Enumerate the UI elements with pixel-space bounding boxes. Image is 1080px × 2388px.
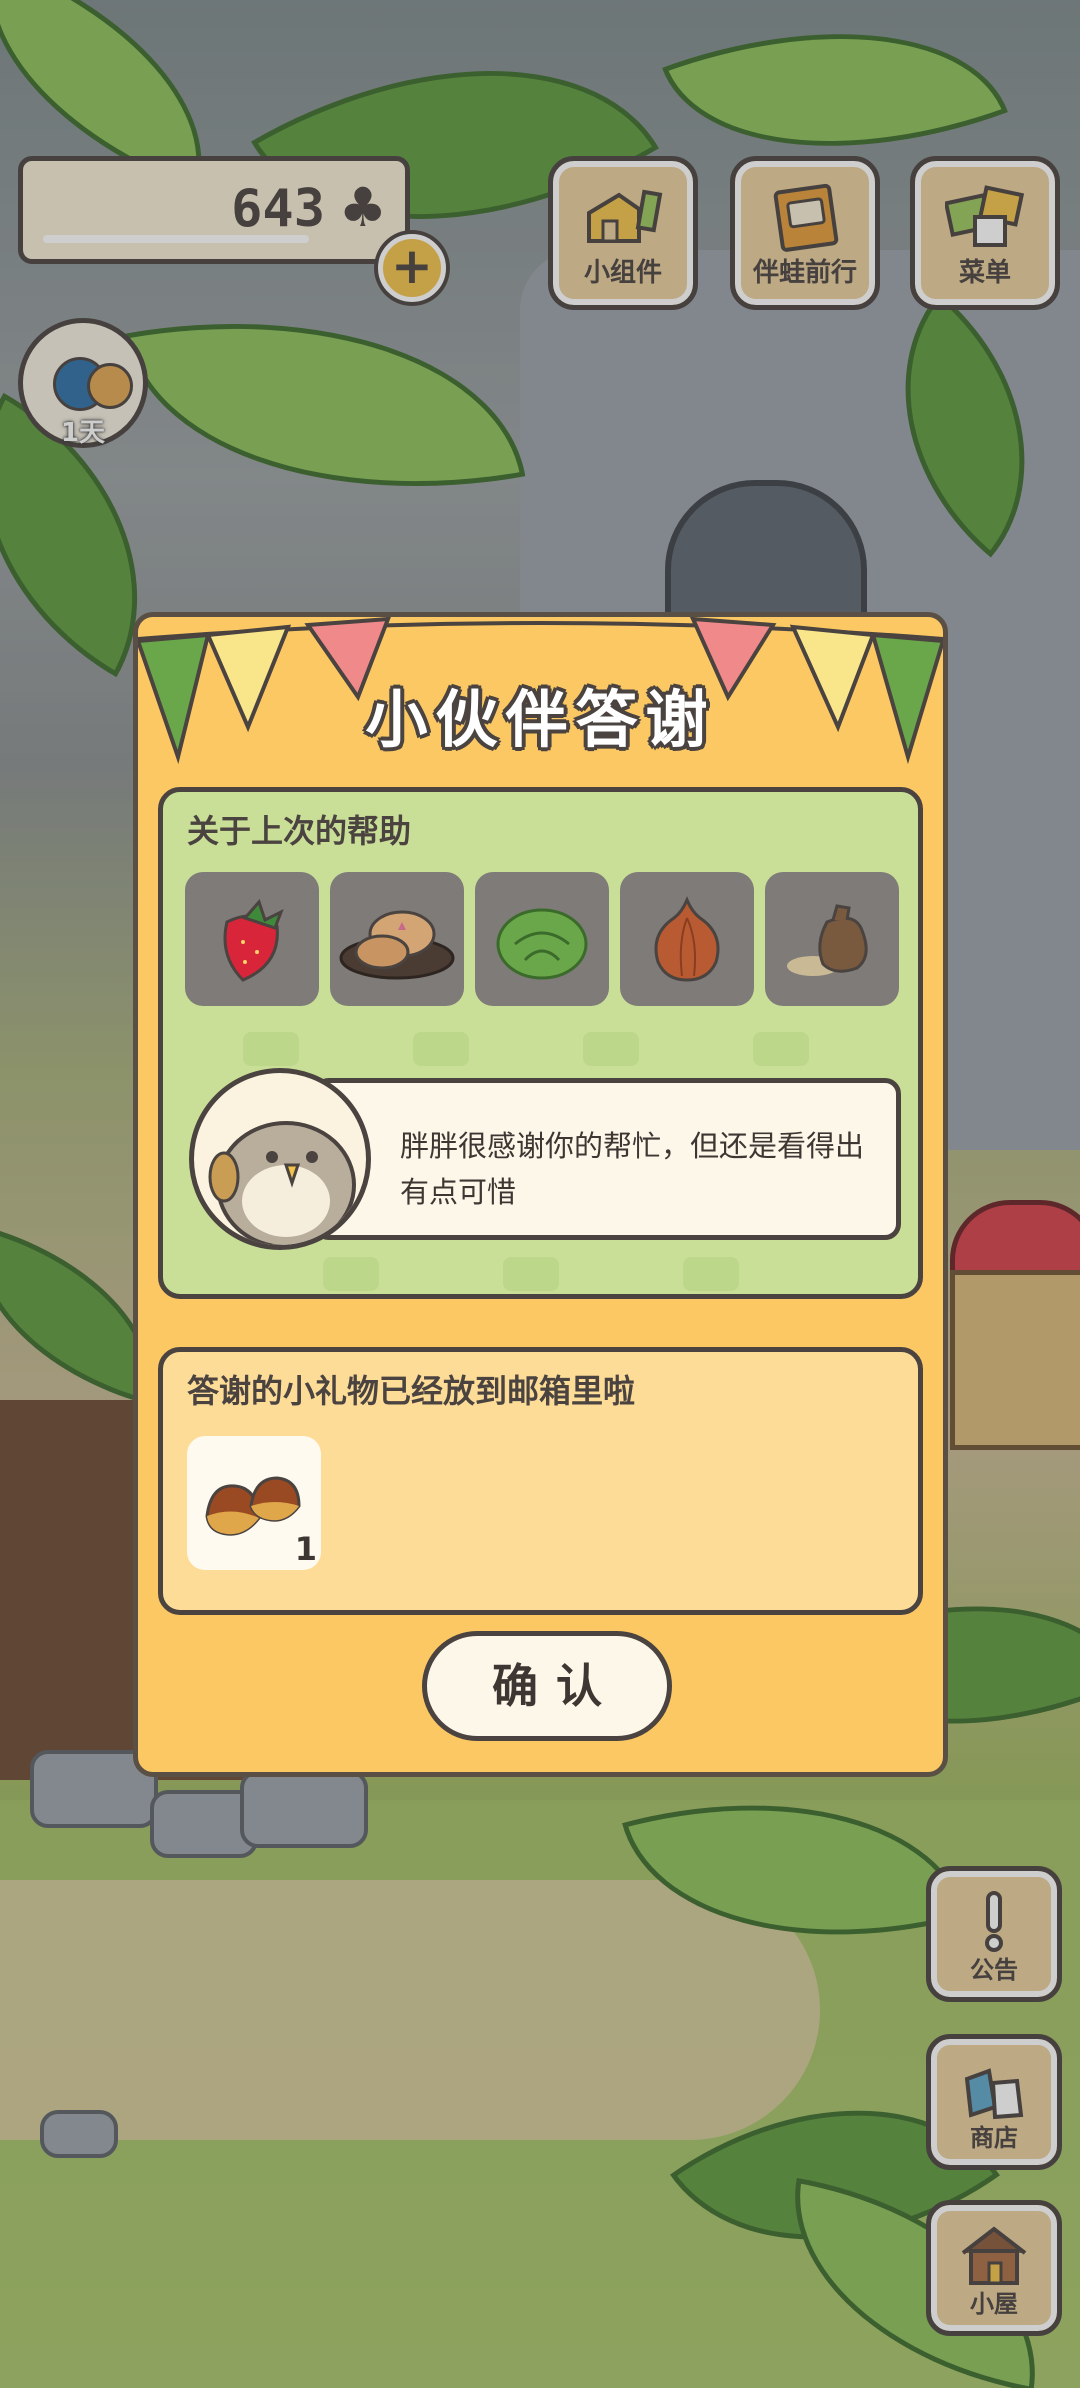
gift-item-chestnut[interactable]: 1 xyxy=(187,1436,321,1570)
pattern-hex xyxy=(583,1032,639,1066)
help-item-seed-bag xyxy=(765,872,899,1006)
dialog-title: 小伙伴答谢 xyxy=(365,683,716,756)
pattern-hex xyxy=(503,1257,559,1291)
strawberry-icon xyxy=(223,899,284,982)
pattern-hex xyxy=(413,1032,469,1066)
pattern-hex xyxy=(753,1032,809,1066)
help-items-row xyxy=(185,872,899,1006)
pattern-hex xyxy=(683,1257,739,1291)
owl-message-text: 胖胖很感谢你的帮忙，但还是看得出有点可惜 xyxy=(400,1129,865,1209)
confirm-button[interactable]: 确认 xyxy=(422,1631,672,1741)
help-item-cabbage xyxy=(475,872,609,1006)
pattern-hex xyxy=(323,1257,379,1291)
mooncake-icon xyxy=(339,910,455,980)
owl-icon xyxy=(208,1121,356,1245)
help-item-mooncake xyxy=(330,872,464,1006)
help-item-onion xyxy=(620,872,754,1006)
gift-panel: 答谢的小礼物已经放到邮箱里啦 1 xyxy=(158,1347,923,1615)
onion-icon xyxy=(654,896,720,982)
thank-you-dialog: 小伙伴答谢 关于上次的帮助 胖胖很感谢你的帮忙，但还是看得出有点可惜 答谢的小礼… xyxy=(133,612,948,1777)
owl-message-bubble: 胖胖很感谢你的帮忙，但还是看得出有点可惜 xyxy=(313,1078,901,1240)
owl-friend-avatar xyxy=(189,1068,371,1250)
seed-bag-icon xyxy=(787,904,868,976)
cabbage-icon xyxy=(496,908,588,980)
help-item-strawberry xyxy=(185,872,319,1006)
gift-heading: 答谢的小礼物已经放到邮箱里啦 xyxy=(187,1372,636,1410)
help-summary-panel: 关于上次的帮助 胖胖很感谢你的帮忙，但还是看得出有点可惜 xyxy=(158,787,923,1299)
help-heading: 关于上次的帮助 xyxy=(187,812,412,850)
pattern-hex xyxy=(243,1032,299,1066)
gift-count: 1 xyxy=(294,1530,317,1568)
